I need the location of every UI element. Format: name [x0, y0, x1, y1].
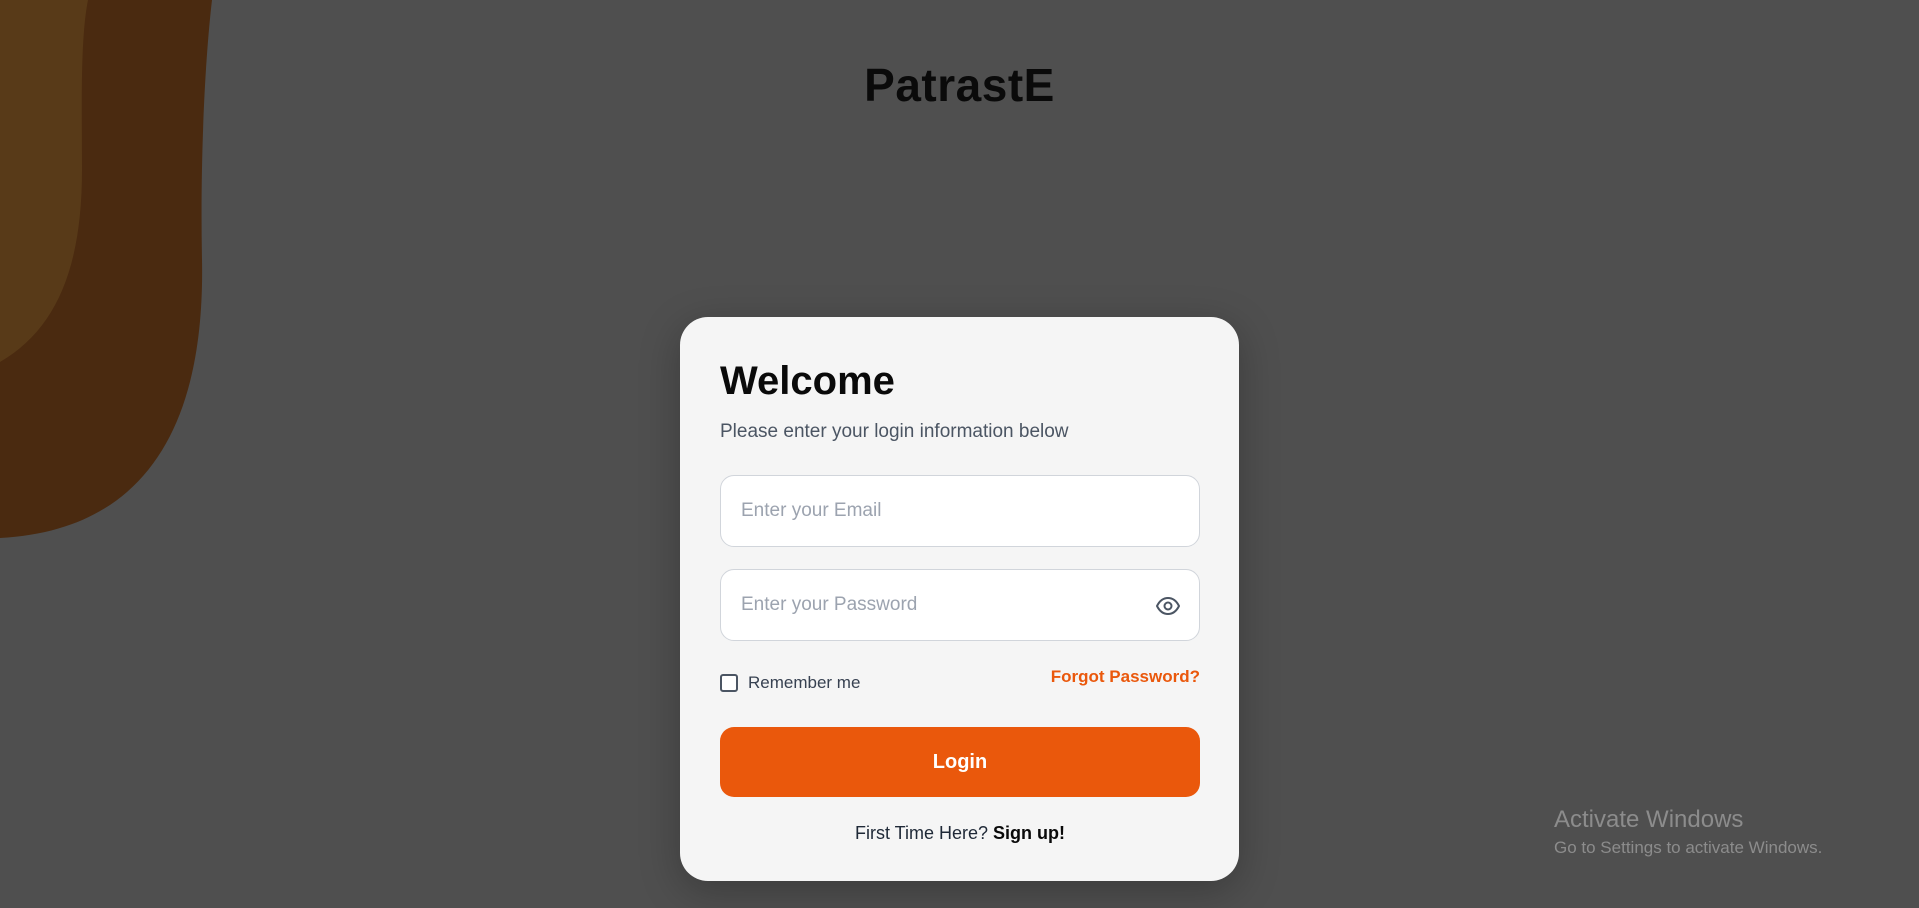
signup-link[interactable]: Sign up! — [993, 823, 1065, 843]
windows-activation-watermark: Activate Windows Go to Settings to activ… — [1554, 806, 1822, 858]
forgot-password-link[interactable]: Forgot Password? — [1051, 667, 1200, 687]
watermark-title: Activate Windows — [1554, 806, 1744, 833]
remember-me-label: Remember me — [748, 673, 861, 692]
login-button[interactable]: Login — [720, 727, 1200, 797]
login-card: Welcome Please enter your login informat… — [680, 317, 1239, 881]
signup-row: First Time Here? Sign up! — [720, 823, 1200, 844]
welcome-heading: Welcome — [720, 359, 895, 403]
eye-icon[interactable] — [1155, 594, 1181, 618]
watermark-subtitle: Go to Settings to activate Windows. — [1554, 838, 1823, 857]
remember-me-checkbox[interactable] — [720, 674, 738, 692]
signup-prompt: First Time Here? — [854, 823, 994, 843]
email-field-wrapper — [720, 475, 1200, 547]
email-input[interactable] — [721, 476, 1199, 546]
brand-title: PatrastE — [864, 59, 1055, 111]
password-input[interactable] — [721, 570, 1199, 640]
remember-me-group: Remember me — [720, 673, 860, 693]
login-subtitle: Please enter your login information belo… — [720, 421, 1069, 442]
login-options-row: Remember me Forgot Password? — [720, 667, 1200, 695]
password-field-wrapper — [720, 569, 1200, 641]
